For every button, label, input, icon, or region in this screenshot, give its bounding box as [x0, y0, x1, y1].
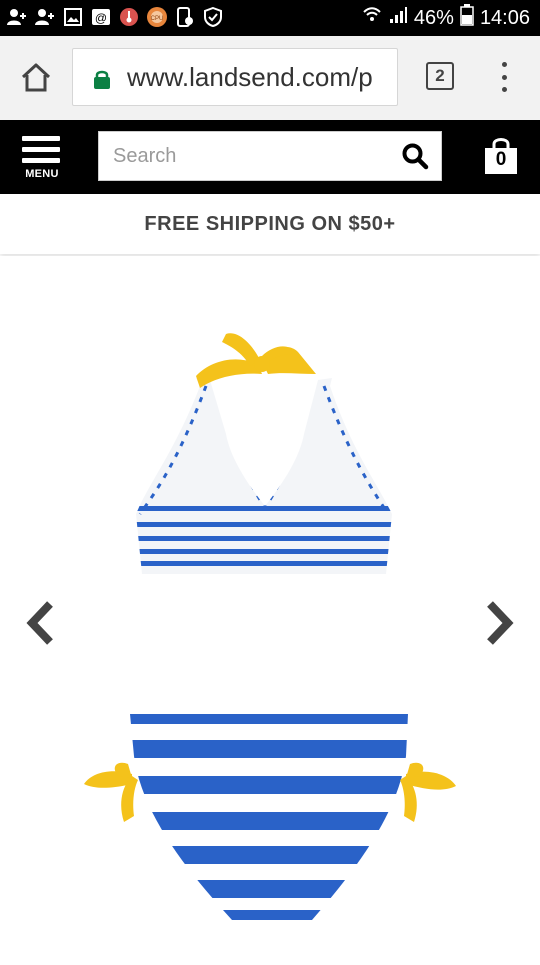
battery-icon [460, 4, 474, 32]
add-contact-icon [34, 6, 56, 28]
temperature-icon [118, 6, 140, 28]
search-input[interactable] [113, 142, 383, 170]
lock-icon [93, 69, 111, 94]
shopping-bag-button[interactable]: 0 [482, 136, 520, 176]
svg-text:@: @ [95, 11, 107, 25]
yellow-neck-tie [196, 333, 316, 388]
tab-switcher-button[interactable]: 2 [426, 62, 454, 90]
chevron-right-icon [487, 601, 514, 645]
battery-percent: 46% [413, 6, 454, 29]
url-text[interactable]: www.landsend.com/p [127, 62, 389, 93]
site-header: MENU 0 [0, 120, 540, 194]
cart-count: 0 [495, 149, 507, 170]
wifi-icon [362, 5, 382, 31]
cpu-icon: CPU [146, 6, 168, 28]
next-image-button[interactable] [480, 598, 520, 648]
browser-toolbar: www.landsend.com/p 2 [0, 36, 540, 120]
left-side-tie [84, 762, 138, 822]
home-icon [21, 63, 51, 92]
menu-button[interactable]: MENU [22, 134, 62, 184]
home-button[interactable] [18, 60, 54, 96]
promo-banner[interactable]: FREE SHIPPING ON $50+ [0, 194, 540, 254]
add-contact-icon [6, 6, 28, 28]
notification-icons: @ CPU [6, 6, 224, 28]
email-icon: @ [90, 6, 112, 28]
phone-settings-icon [174, 6, 196, 28]
product-image [84, 333, 456, 920]
image-icon [62, 6, 84, 28]
status-right: 46% 14:06 [362, 4, 530, 32]
right-side-tie [400, 762, 456, 822]
hamburger-icon [22, 136, 60, 141]
product-image-carousel[interactable] [0, 256, 540, 960]
previous-image-button[interactable] [22, 598, 62, 648]
chevron-left-icon [26, 601, 53, 645]
address-bar[interactable]: www.landsend.com/p [72, 48, 398, 106]
search-icon[interactable] [401, 142, 429, 170]
shield-check-icon [202, 6, 224, 28]
bikini-bottom [130, 714, 408, 920]
signal-icon [388, 5, 408, 31]
clock: 14:06 [479, 6, 530, 29]
search-box [98, 131, 442, 181]
menu-label: MENU [25, 168, 59, 180]
overflow-menu-icon[interactable] [498, 62, 510, 92]
status-bar: @ CPU 46% 14:06 [0, 0, 540, 36]
bikini-top [136, 378, 392, 574]
svg-text:CPU: CPU [151, 16, 164, 22]
